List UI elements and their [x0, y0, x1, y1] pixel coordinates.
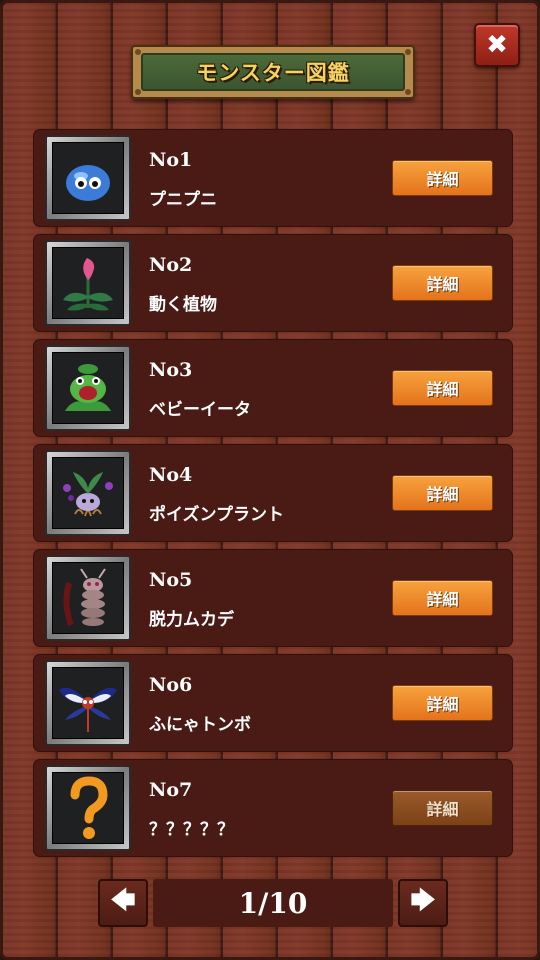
- monster-name: 脱力ムカデ: [149, 610, 234, 630]
- monster-icon-frame: [45, 765, 131, 851]
- monster-name: ふにゃトンボ: [149, 715, 251, 735]
- monster-name: 動く植物: [149, 295, 217, 315]
- detail-button[interactable]: 詳細: [392, 580, 493, 616]
- monster-icon-frame: [45, 240, 131, 326]
- dragonfly-icon: [59, 687, 117, 732]
- prev-page-button[interactable]: 🡄: [98, 879, 148, 927]
- monster-number: No2: [149, 254, 193, 276]
- monster-number: No1: [149, 149, 193, 171]
- question-mark-icon: [70, 776, 108, 839]
- page-indicator: 1/10: [153, 879, 393, 927]
- monster-name: ？？？？？: [149, 820, 234, 840]
- poison-plant-icon: [63, 472, 113, 517]
- centipede-icon: [63, 568, 106, 627]
- page-number: 1/10: [238, 886, 308, 920]
- next-page-button[interactable]: 🡆: [398, 879, 448, 927]
- close-button[interactable]: ✖: [474, 23, 520, 67]
- monster-number: No3: [149, 359, 193, 381]
- list-item[interactable]: No3 ベビーイータ 詳細: [33, 339, 513, 437]
- title-plaque: モンスター図鑑: [131, 45, 415, 99]
- rivet: [405, 89, 411, 95]
- list-item[interactable]: No4 ポイズンプラント 詳細: [33, 444, 513, 542]
- monster-icon-frame: [45, 555, 131, 641]
- list-item[interactable]: No6 ふにゃトンボ 詳細: [33, 654, 513, 752]
- rivet: [405, 49, 411, 55]
- detail-button-disabled[interactable]: 詳細: [392, 790, 493, 826]
- title-plate: モンスター図鑑: [141, 53, 405, 91]
- arrow-right-icon: 🡆: [410, 885, 436, 914]
- detail-button[interactable]: 詳細: [392, 475, 493, 511]
- monster-icon-frame: [45, 135, 131, 221]
- monster-icon-frame: [45, 660, 131, 746]
- pink-flower-plant-icon: [63, 258, 113, 311]
- monster-list: No1 プニプニ 詳細 No2 動く植物 詳細 No3 ベビーイータ 詳細 No…: [33, 129, 513, 864]
- arrow-left-icon: 🡄: [110, 885, 136, 914]
- detail-button[interactable]: 詳細: [392, 265, 493, 301]
- monster-encyclopedia-window: モンスター図鑑 ✖ No1 プニプニ 詳細 No2 動く植物 詳細 No3 ベビ…: [0, 0, 540, 960]
- monster-name: ポイズンプラント: [149, 505, 284, 525]
- close-icon: ✖: [486, 30, 508, 60]
- pagination: 🡄 1/10 🡆: [98, 879, 448, 927]
- monster-number: No4: [149, 464, 193, 486]
- monster-name: プニプニ: [149, 190, 217, 210]
- monster-name: ベビーイータ: [149, 400, 251, 420]
- rivet: [135, 89, 141, 95]
- list-item[interactable]: No5 脱力ムカデ 詳細: [33, 549, 513, 647]
- detail-button[interactable]: 詳細: [392, 685, 493, 721]
- page-title: モンスター図鑑: [196, 61, 350, 85]
- list-item[interactable]: No1 プニプニ 詳細: [33, 129, 513, 227]
- monster-icon-frame: [45, 345, 131, 431]
- detail-button[interactable]: 詳細: [392, 160, 493, 196]
- list-item[interactable]: No2 動く植物 詳細: [33, 234, 513, 332]
- monster-number: No7: [149, 779, 193, 801]
- monster-number: No5: [149, 569, 193, 591]
- blue-slime-icon: [66, 165, 110, 201]
- detail-button[interactable]: 詳細: [392, 370, 493, 406]
- rivet: [135, 49, 141, 55]
- green-venus-flytrap-icon: [65, 364, 111, 411]
- monster-number: No6: [149, 674, 193, 696]
- list-item[interactable]: No7 ？？？？？ 詳細: [33, 759, 513, 857]
- monster-icon-frame: [45, 450, 131, 536]
